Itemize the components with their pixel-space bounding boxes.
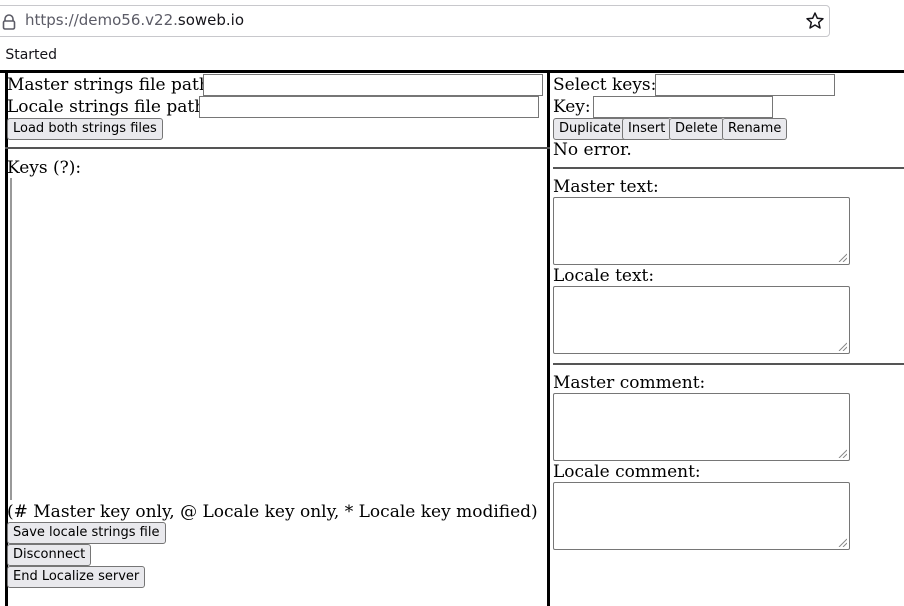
left-panel: Master strings file path: Locale strings… [5, 73, 550, 606]
lock-icon [2, 14, 16, 30]
legend-text: (# Master key only, @ Locale key only, *… [7, 502, 538, 522]
locale-text-label: Locale text: [553, 266, 655, 286]
resize-grip-icon[interactable] [837, 537, 847, 547]
master-path-input[interactable] [203, 74, 543, 96]
rename-button[interactable]: Rename [722, 118, 788, 140]
select-keys-label: Select keys: [553, 75, 657, 95]
locale-comment-area[interactable] [553, 482, 850, 550]
master-text-label: Master text: [553, 177, 659, 197]
end-server-button[interactable]: End Localize server [7, 566, 146, 588]
delete-button[interactable]: Delete [669, 118, 724, 140]
disconnect-button[interactable]: Disconnect [7, 544, 92, 566]
right-divider-1 [553, 167, 904, 169]
resize-grip-icon[interactable] [837, 252, 847, 262]
save-locale-file-button[interactable]: Save locale strings file [7, 522, 166, 544]
key-label: Key: [553, 97, 591, 117]
load-both-files-button[interactable]: Load both strings files [7, 118, 163, 140]
keys-list[interactable] [10, 178, 12, 500]
select-keys-input[interactable] [655, 74, 835, 96]
master-comment-area[interactable] [553, 393, 850, 461]
master-comment-label: Master comment: [553, 373, 706, 393]
resize-grip-icon[interactable] [837, 341, 847, 351]
status-text: No error. [553, 140, 632, 160]
duplicate-button[interactable]: Duplicate [553, 118, 627, 140]
key-input[interactable] [593, 96, 773, 118]
resize-grip-icon[interactable] [837, 448, 847, 458]
locale-path-label: Locale strings file path: [7, 97, 211, 117]
keys-label: Keys (?): [7, 158, 82, 178]
insert-button[interactable]: Insert [622, 118, 672, 140]
master-text-area[interactable] [553, 197, 850, 265]
locale-path-input[interactable] [199, 96, 539, 118]
left-divider [5, 147, 550, 149]
bookmark-getting-started[interactable]: g Started [0, 47, 57, 63]
url-text: https://demo56.v22.soweb.io [25, 11, 244, 29]
locale-text-area[interactable] [553, 286, 850, 354]
locale-comment-label: Locale comment: [553, 462, 701, 482]
bookmark-star-icon[interactable] [805, 11, 825, 31]
master-path-label: Master strings file path: [7, 75, 216, 95]
url-prefix: https://demo56.v22. [25, 11, 178, 29]
url-host: soweb.io [177, 11, 245, 29]
right-divider-2 [553, 363, 904, 365]
